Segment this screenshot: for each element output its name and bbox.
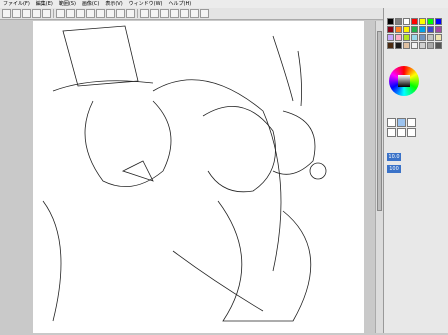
brush-preset[interactable] — [397, 128, 406, 137]
menu-item[interactable]: 画像(C) — [79, 0, 102, 8]
text-icon[interactable] — [180, 9, 189, 18]
toolbar-separator — [137, 9, 138, 18]
rotate-left-icon[interactable] — [96, 9, 105, 18]
color-swatch[interactable] — [427, 18, 434, 25]
scroll-thumb[interactable] — [377, 31, 382, 211]
lineart-sketch — [42, 25, 327, 322]
color-swatch[interactable] — [403, 18, 410, 25]
color-swatches — [387, 18, 442, 49]
fill-icon[interactable] — [150, 9, 159, 18]
color-swatch[interactable] — [411, 42, 418, 49]
brush-preset[interactable] — [387, 118, 396, 127]
pen-icon[interactable] — [160, 9, 169, 18]
color-swatch[interactable] — [387, 18, 394, 25]
color-swatch[interactable] — [411, 26, 418, 33]
menu-bar: ファイル(F) 編集(E) 範囲(S) 画像(C) 表示(V) ウィンドウ(W) ヘルプ(H… — [0, 0, 448, 8]
color-swatch[interactable] — [435, 34, 442, 41]
color-bg-icon[interactable] — [200, 9, 209, 18]
color-swatch[interactable] — [387, 34, 394, 41]
color-swatch[interactable] — [411, 34, 418, 41]
vertical-scrollbar[interactable] — [375, 21, 383, 333]
rotate-right-icon[interactable] — [106, 9, 115, 18]
move-icon[interactable] — [76, 9, 85, 18]
zoom-icon[interactable] — [86, 9, 95, 18]
flip-icon[interactable] — [116, 9, 125, 18]
eraser-icon[interactable] — [170, 9, 179, 18]
open-icon[interactable] — [12, 9, 21, 18]
opacity-box[interactable]: 100 — [387, 165, 401, 173]
color-swatch[interactable] — [387, 42, 394, 49]
new-file-icon[interactable] — [2, 9, 11, 18]
color-swatch[interactable] — [435, 26, 442, 33]
menu-item[interactable]: ファイル(F) — [0, 0, 33, 8]
color-swatch[interactable] — [403, 42, 410, 49]
brush-presets — [387, 118, 416, 137]
eyedropper-icon[interactable] — [140, 9, 149, 18]
color-swatch[interactable] — [419, 18, 426, 25]
saturation-box[interactable] — [398, 75, 410, 87]
color-swatch[interactable] — [435, 18, 442, 25]
select-icon[interactable] — [56, 9, 65, 18]
menu-item[interactable]: 編集(E) — [33, 0, 56, 8]
brush-preset-selected[interactable] — [397, 118, 406, 127]
lasso-icon[interactable] — [66, 9, 75, 18]
color-swatch[interactable] — [419, 42, 426, 49]
menu-item[interactable]: ヘルプ(H) — [166, 0, 195, 8]
brush-preset[interactable] — [407, 128, 416, 137]
color-swatch[interactable] — [419, 26, 426, 33]
side-panel: 10.0 100 — [383, 8, 448, 333]
color-fg-icon[interactable] — [190, 9, 199, 18]
color-swatch[interactable] — [387, 26, 394, 33]
workspace — [0, 21, 383, 333]
undo-icon[interactable] — [32, 9, 41, 18]
color-swatch[interactable] — [435, 42, 442, 49]
save-icon[interactable] — [22, 9, 31, 18]
color-swatch[interactable] — [403, 34, 410, 41]
brush-size-box[interactable]: 10.0 — [387, 153, 401, 161]
hand-icon[interactable] — [126, 9, 135, 18]
color-swatch[interactable] — [403, 26, 410, 33]
brush-preset[interactable] — [387, 128, 396, 137]
color-swatch[interactable] — [395, 34, 402, 41]
menu-item[interactable]: 表示(V) — [102, 0, 125, 8]
drawing-canvas[interactable] — [33, 21, 364, 333]
menu-item[interactable]: ウィンドウ(W) — [126, 0, 166, 8]
color-swatch[interactable] — [395, 26, 402, 33]
color-swatch[interactable] — [427, 26, 434, 33]
color-swatch[interactable] — [419, 34, 426, 41]
color-swatch[interactable] — [411, 18, 418, 25]
redo-icon[interactable] — [42, 9, 51, 18]
toolbar — [0, 8, 383, 20]
color-swatch[interactable] — [427, 34, 434, 41]
toolbar-separator — [53, 9, 54, 18]
menu-item[interactable]: 範囲(S) — [56, 0, 79, 8]
color-swatch[interactable] — [427, 42, 434, 49]
color-wheel[interactable] — [389, 66, 419, 96]
color-swatch[interactable] — [395, 42, 402, 49]
brush-preset[interactable] — [407, 118, 416, 127]
color-swatch[interactable] — [395, 18, 402, 25]
